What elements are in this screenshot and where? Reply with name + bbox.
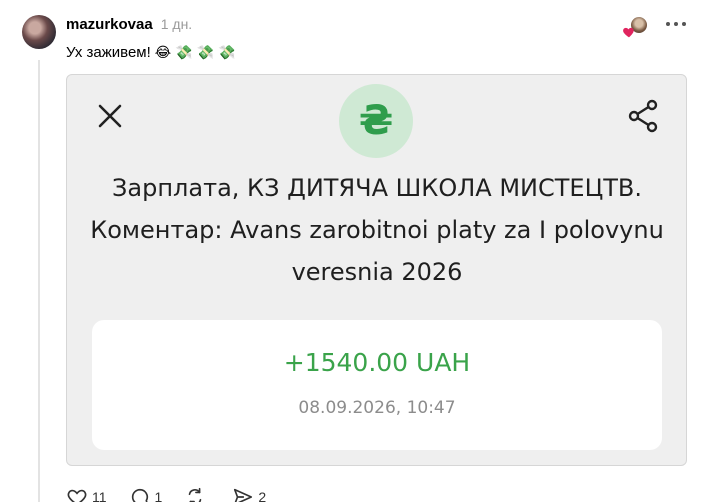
like-count: 11 [92, 489, 107, 502]
post-actions: 11 1 2 [66, 486, 288, 502]
close-icon [98, 104, 122, 128]
more-icon[interactable] [664, 14, 688, 34]
post-text: Ух заживем! 😂 💸 💸 💸 [66, 44, 235, 61]
repost-button[interactable] [184, 486, 210, 502]
transaction-screenshot[interactable]: ₴ Зарплата, КЗ ДИТЯЧА ШКОЛА МИСТЕЦТВ. Ко… [66, 74, 687, 466]
heart-icon [623, 27, 634, 38]
liked-by-indicator[interactable] [622, 16, 648, 38]
hryvnia-icon: ₴ [358, 98, 394, 144]
post-header: mazurkovaa 1 дн. [66, 16, 192, 33]
heart-outline-icon [67, 489, 87, 502]
emoji-money: 💸 [218, 44, 236, 61]
like-button[interactable]: 11 [66, 486, 107, 502]
emoji-money: 💸 [175, 44, 193, 61]
send-icon [234, 488, 253, 502]
emoji-money: 💸 [196, 44, 215, 61]
thread-line [38, 60, 40, 502]
post-time: 1 дн. [160, 16, 193, 32]
transaction-title: Зарплата, КЗ ДИТЯЧА ШКОЛА МИСТЕЦТВ. Коме… [90, 174, 664, 286]
comment-count: 1 [154, 489, 163, 502]
amount-panel: +1540.00 UAH 08.09.2026, 10:47 [92, 320, 662, 450]
username[interactable]: mazurkovaa [66, 16, 153, 33]
repost-icon [189, 487, 202, 502]
transaction-datetime: 08.09.2026, 10:47 [298, 398, 456, 418]
post-text-content: Ух заживем! [66, 44, 151, 61]
comment-button[interactable]: 1 [129, 486, 163, 502]
avatar[interactable] [22, 15, 56, 49]
comment-icon [131, 488, 148, 502]
share-icon [628, 99, 658, 133]
currency-badge: ₴ [339, 84, 413, 158]
send-count: 2 [258, 489, 267, 502]
send-button[interactable]: 2 [232, 486, 266, 502]
emoji-laugh: 😂 [154, 44, 172, 61]
transaction-amount: +1540.00 UAH [283, 348, 471, 377]
